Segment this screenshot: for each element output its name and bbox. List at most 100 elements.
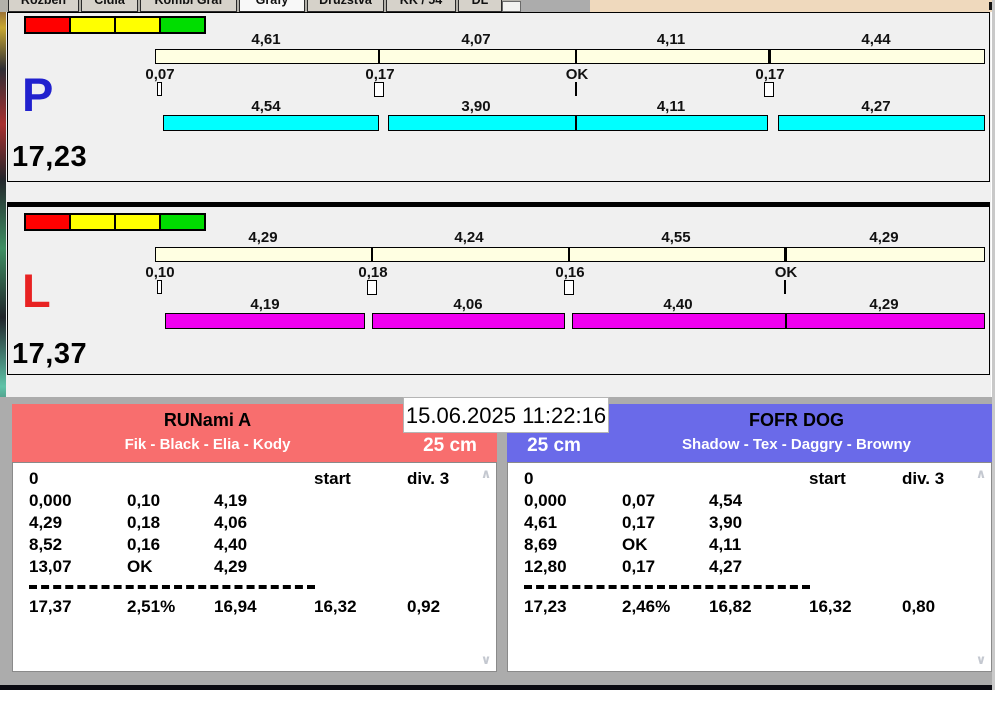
table-cell: 8,52: [29, 535, 62, 555]
changeover-marker: [764, 82, 774, 97]
team-name: FOFR DOG: [601, 410, 992, 431]
table-cell: 4,06: [214, 513, 247, 533]
light-red: [26, 18, 69, 32]
changeover-time: 0,07: [128, 66, 192, 83]
team-dogs: Fik - Black - Elia - Kody: [12, 436, 403, 453]
diff-time: 0,80: [902, 597, 935, 617]
team-times-table: 0 start div. 3 0,000 0,10 4,19 4,29 0,18…: [12, 462, 497, 672]
totals-separator: [29, 585, 315, 589]
changeover-marker: [374, 82, 384, 97]
changeover-time: 0,17: [348, 66, 412, 83]
table-cell: 4,29: [214, 557, 247, 577]
tab-druzstva[interactable]: Družstva: [307, 0, 384, 12]
segment-bar: [155, 247, 985, 262]
table-cell: 4,27: [709, 557, 742, 577]
dog-run-bar: [372, 313, 565, 329]
tab-bar: Rozběh Čidla Kombi Graf Grafy Družstva K…: [0, 0, 995, 12]
lane-letter: L: [22, 267, 51, 314]
table-cell: 8,69: [524, 535, 557, 555]
window-bottom-edge: [0, 685, 995, 690]
team-name: RUNami A: [12, 410, 403, 431]
changeover-marker: [784, 280, 786, 294]
loss-percent: 2,46%: [622, 597, 670, 617]
table-cell: 4,54: [709, 491, 742, 511]
split-time: 4,11: [621, 31, 721, 48]
light-green: [161, 18, 204, 32]
start-lights: [24, 16, 206, 34]
net-time: 16,82: [709, 597, 752, 617]
scroll-up-icon[interactable]: ∧: [479, 466, 493, 482]
light-yellow-2: [116, 18, 159, 32]
total-time: 17,37: [29, 597, 72, 617]
split-time: 4,55: [626, 229, 726, 246]
table-cell: 0: [29, 469, 38, 489]
changeover-time: 0,17: [738, 66, 802, 83]
lane-letter: P: [22, 71, 53, 118]
team-panel-left: RUNami A Fik - Black - Elia - Kody 25 cm…: [12, 404, 497, 672]
tab-kombi-graf[interactable]: Kombi Graf: [140, 0, 237, 12]
scroll-down-icon[interactable]: ∨: [479, 652, 493, 668]
team-times-table: 0 start div. 3 0,000 0,07 4,54 4,61 0,17…: [507, 462, 992, 672]
changeover-marker: [157, 82, 162, 96]
run-bar-divider: [785, 314, 787, 328]
net-time: 16,94: [214, 597, 257, 617]
light-green: [161, 215, 204, 229]
changeover-time: OK: [545, 66, 609, 83]
table-cell: 13,07: [29, 557, 72, 577]
changeover-time: 0,10: [128, 264, 192, 281]
split-time: 4,29: [213, 229, 313, 246]
dog-run-bar: [388, 115, 768, 131]
dog-time: 4,11: [621, 98, 721, 115]
lane-total-time: 17,37: [12, 338, 87, 371]
split-time: 4,07: [426, 31, 526, 48]
table-cell: 0,000: [524, 491, 567, 511]
table-cell: 12,80: [524, 557, 567, 577]
segment-divider: [378, 49, 380, 64]
light-yellow-1: [71, 215, 114, 229]
dog-time: 4,06: [418, 296, 518, 313]
table-cell: start: [314, 469, 351, 489]
table-cell: 4,11: [709, 535, 741, 555]
table-cell: 4,29: [29, 513, 62, 533]
table-cell: OK: [622, 535, 648, 555]
dog-time: 4,40: [628, 296, 728, 313]
tab-kk54[interactable]: KK / 54: [386, 0, 456, 12]
tab-grafy[interactable]: Grafy: [239, 0, 305, 12]
dog-time: 4,19: [215, 296, 315, 313]
tab-rozbeh[interactable]: Rozběh: [8, 0, 79, 12]
lane-panel-left: 4,29 4,24 4,55 4,29 0,10 0,18 0,16 OK L …: [7, 202, 990, 375]
table-cell: 3,90: [709, 513, 742, 533]
table-cell: 4,61: [524, 513, 557, 533]
team-panel-right: FOFR DOG Shadow - Tex - Daggry - Browny …: [507, 404, 992, 672]
scroll-up-icon[interactable]: ∧: [974, 466, 988, 482]
table-cell: start: [809, 469, 846, 489]
changeover-marker: [564, 280, 574, 295]
scroll-down-icon[interactable]: ∨: [974, 652, 988, 668]
light-yellow-2: [116, 215, 159, 229]
dog-time: 4,54: [216, 98, 316, 115]
table-cell: 0: [524, 469, 533, 489]
table-cell: 4,40: [214, 535, 247, 555]
light-yellow-1: [71, 18, 114, 32]
dog-run-bar: [163, 115, 379, 131]
dog-run-bar: [165, 313, 365, 329]
tabbar-gray-area: [521, 0, 590, 12]
loss-percent: 2,51%: [127, 597, 175, 617]
table-cell: 0,16: [127, 535, 160, 555]
split-time: 4,29: [834, 229, 934, 246]
changeover-time: OK: [754, 264, 818, 281]
tab-partial: [502, 1, 521, 12]
segment-divider: [784, 247, 787, 262]
tab-cidla[interactable]: Čidla: [81, 0, 138, 12]
tab-dl[interactable]: DL: [458, 0, 502, 12]
diff-time: 0,92: [407, 597, 440, 617]
run-bar-divider: [575, 116, 577, 130]
lane-panel-right: 4,61 4,07 4,11 4,44 0,07 0,17 OK 0,17 P …: [7, 12, 990, 182]
segment-divider: [371, 247, 373, 262]
segment-bar: [155, 49, 985, 64]
results-section: RUNami A Fik - Black - Elia - Kody 25 cm…: [0, 397, 995, 690]
table-cell: div. 3: [902, 469, 944, 489]
jump-height: 25 cm: [507, 435, 601, 457]
dog-time: 4,29: [834, 296, 934, 313]
total-time: 17,23: [524, 597, 567, 617]
